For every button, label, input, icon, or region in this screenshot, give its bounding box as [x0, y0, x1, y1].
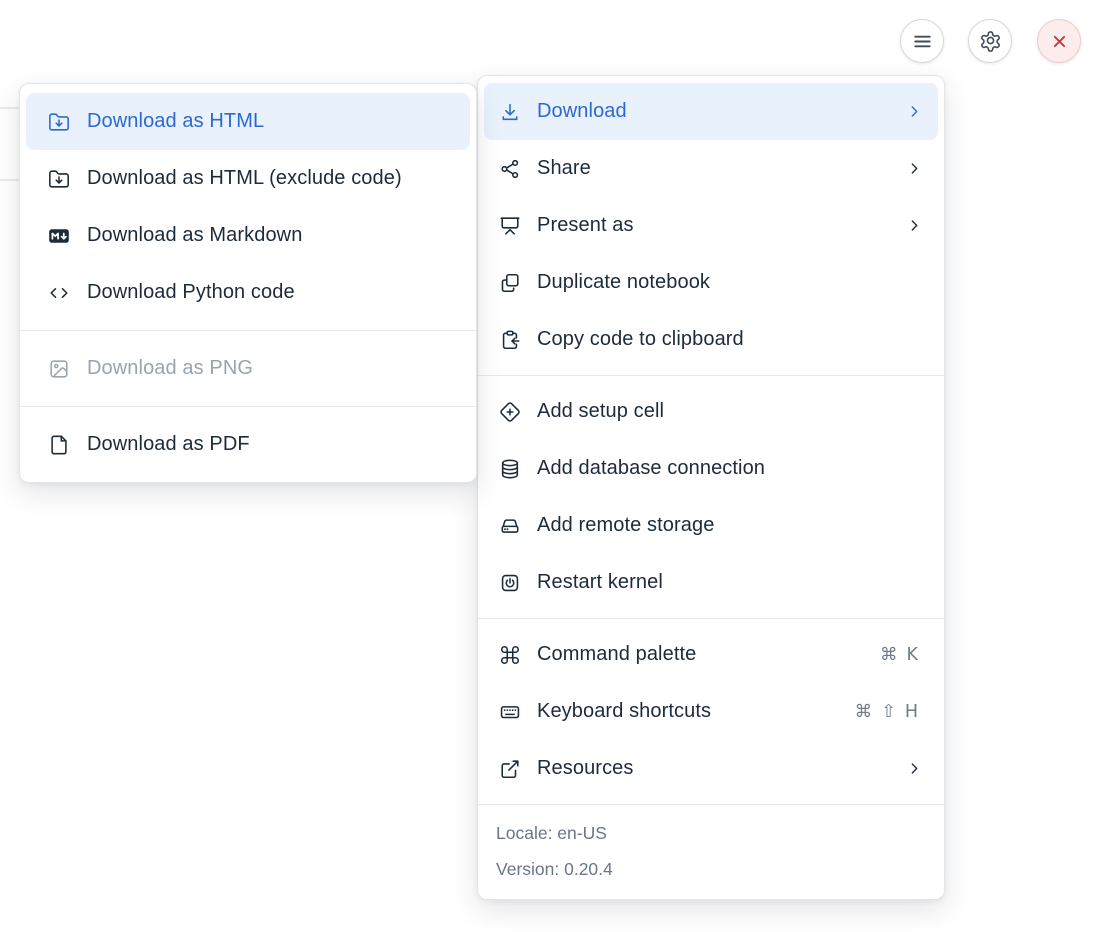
menu-item-copy-code-to-clipboard[interactable]: Copy code to clipboard	[484, 311, 938, 368]
file-icon	[48, 434, 70, 456]
menu-item-download[interactable]: Download	[484, 83, 938, 140]
shortcut-key: ⌘	[880, 645, 898, 665]
background-rule-line	[0, 107, 19, 109]
menu-item-label: Command palette	[537, 643, 864, 666]
share-network-icon	[499, 158, 521, 180]
folder-down-icon	[48, 168, 70, 190]
menu-section: Download as PNG	[20, 331, 476, 406]
hamburger-icon	[911, 30, 934, 53]
menu-item-label: Share	[537, 157, 889, 180]
background-rule-line	[0, 179, 19, 181]
menu-section: Download Share Present as Duplicate noteboo…	[478, 76, 944, 375]
menu-item-add-setup-cell[interactable]: Add setup cell	[484, 383, 938, 440]
main-menu: Download Share Present as Duplicate noteboo…	[477, 75, 945, 900]
menu-item-label: Duplicate notebook	[537, 271, 924, 294]
menu-item-label: Download	[537, 100, 889, 123]
menu-item-label: Present as	[537, 214, 889, 237]
menu-item-label: Download as HTML (exclude code)	[87, 167, 456, 190]
markdown-icon	[48, 225, 70, 247]
menu-item-restart-kernel[interactable]: Restart kernel	[484, 554, 938, 611]
keyboard-icon	[499, 701, 521, 723]
menu-item-download-python-code[interactable]: Download Python code	[26, 264, 470, 321]
shortcut-hint: ⌘K	[880, 645, 924, 665]
presentation-icon	[499, 215, 521, 237]
hard-drive-icon	[499, 515, 521, 537]
shortcut-hint: ⌘ ⇧ H	[855, 702, 924, 722]
menu-item-download-as-html[interactable]: Download as HTML	[26, 93, 470, 150]
menu-item-label: Download Python code	[87, 281, 456, 304]
menu-item-add-remote-storage[interactable]: Add remote storage	[484, 497, 938, 554]
menu-item-label: Resources	[537, 757, 889, 780]
menu-item-download-as-markdown[interactable]: Download as Markdown	[26, 207, 470, 264]
menu-item-label: Keyboard shortcuts	[537, 700, 839, 723]
menu-section: Add setup cell Add database connection Add…	[478, 376, 944, 618]
menu-item-label: Add setup cell	[537, 400, 924, 423]
menu-item-label: Add database connection	[537, 457, 924, 480]
shortcut-key: ⇧	[881, 702, 896, 722]
menu-item-duplicate-notebook[interactable]: Duplicate notebook	[484, 254, 938, 311]
menu-item-command-palette[interactable]: Command palette⌘K	[484, 626, 938, 683]
menu-item-add-database-connection[interactable]: Add database connection	[484, 440, 938, 497]
menu-item-label: Copy code to clipboard	[537, 328, 924, 351]
chevron-right-icon	[905, 159, 924, 178]
menu-section: Download as HTML Download as HTML (exclud…	[20, 84, 476, 330]
download-icon	[499, 101, 521, 123]
menu-section: Command palette⌘KKeyboard shortcuts⌘⇧HRe…	[478, 619, 944, 804]
chevron-right-icon	[905, 216, 924, 235]
version-text: Version: 0.20.4	[496, 851, 926, 887]
chevron-right-icon	[905, 759, 924, 778]
menu-item-download-as-png: Download as PNG	[26, 340, 470, 397]
download-submenu: Download as HTML Download as HTML (exclud…	[19, 83, 477, 483]
menu-item-present-as[interactable]: Present as	[484, 197, 938, 254]
shortcut-key: K	[907, 645, 918, 665]
diamond-plus-icon	[499, 401, 521, 423]
close-icon	[1048, 30, 1071, 53]
menu-button[interactable]	[900, 19, 944, 63]
menu-item-download-as-pdf[interactable]: Download as PDF	[26, 416, 470, 473]
gear-icon	[979, 30, 1002, 53]
shortcut-key: H	[905, 702, 918, 722]
menu-item-share[interactable]: Share	[484, 140, 938, 197]
folder-down-icon	[48, 111, 70, 133]
settings-button[interactable]	[968, 19, 1012, 63]
power-icon	[499, 572, 521, 594]
menu-section: Download as PDF	[20, 407, 476, 482]
menu-footer: Locale: en-US Version: 0.20.4	[478, 804, 944, 899]
menu-item-label: Download as HTML	[87, 110, 456, 133]
menu-item-resources[interactable]: Resources	[484, 740, 938, 797]
menu-item-keyboard-shortcuts[interactable]: Keyboard shortcuts ⌘ ⇧ H	[484, 683, 938, 740]
external-link-icon	[499, 758, 521, 780]
menu-item-label: Restart kernel	[537, 571, 924, 594]
menu-item-label: Download as Markdown	[87, 224, 456, 247]
close-button[interactable]	[1037, 19, 1081, 63]
locale-text: Locale: en-US	[496, 815, 926, 851]
database-icon	[499, 458, 521, 480]
copy-icon	[499, 272, 521, 294]
code-icon	[48, 282, 70, 304]
shortcut-key: ⌘	[855, 702, 873, 722]
menu-item-label: Add remote storage	[537, 514, 924, 537]
menu-item-label: Download as PDF	[87, 433, 456, 456]
clipboard-copy-icon	[499, 329, 521, 351]
command-icon	[499, 644, 521, 666]
chevron-right-icon	[905, 102, 924, 121]
menu-item-label: Download as PNG	[87, 357, 456, 380]
menu-item-download-as-html-exclude-code[interactable]: Download as HTML (exclude code)	[26, 150, 470, 207]
image-icon	[48, 358, 70, 380]
